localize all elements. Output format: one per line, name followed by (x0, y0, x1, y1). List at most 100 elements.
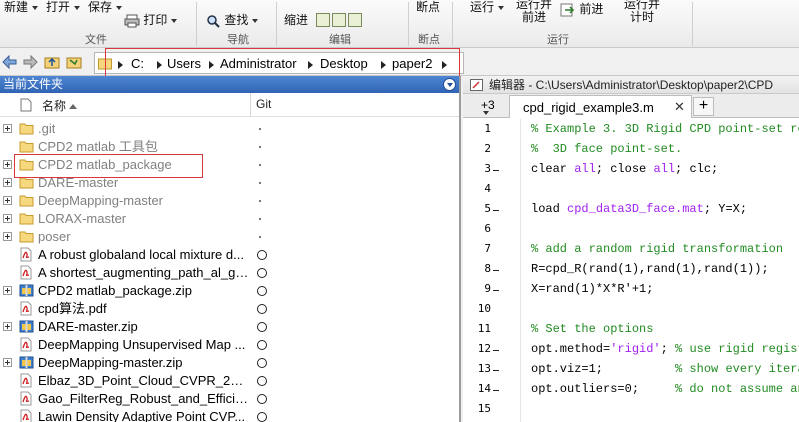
expand-icon[interactable] (3, 322, 12, 331)
new-button[interactable]: 新建 (4, 0, 39, 30)
expand-icon[interactable] (3, 214, 12, 223)
open-button[interactable]: 打开 (46, 0, 81, 30)
forward-icon[interactable] (22, 54, 38, 70)
tab-cpd-rigid-example3[interactable]: cpd_rigid_example3.m ✕ (509, 95, 692, 118)
code-line[interactable]: clear all; close all; clc; (531, 162, 718, 176)
file-row[interactable]: Lawin Density Adaptive Point CVP... (0, 408, 459, 422)
code-line[interactable]: X=rand(1)*X*R'+1; (531, 282, 653, 296)
file-row[interactable]: DeepMapping-master.zip (0, 354, 459, 372)
up-folder-icon[interactable] (44, 54, 60, 70)
file-name: CPD2 matlab_package.zip (38, 283, 192, 298)
save-button[interactable]: 保存 (88, 0, 123, 30)
code-text: R=cpd_R(rand(1),rand(1),rand(1)); (531, 262, 769, 276)
expand-icon[interactable] (3, 358, 12, 367)
crumb-desktop[interactable]: Desktop (320, 56, 368, 71)
column-git-header[interactable]: Git (256, 97, 271, 111)
executable-line-marker[interactable] (493, 210, 499, 211)
code-line[interactable]: % Set the options (531, 322, 653, 336)
file-row[interactable]: A shortest_augmenting_path_al_go... (0, 264, 459, 282)
code-comment: % 3D face point-set. (531, 142, 683, 156)
code-line[interactable]: load cpd_data3D_face.mat; Y=X; (531, 202, 747, 216)
code-area[interactable]: 1 2 3 4 5 6 7 8 9 10 11 12 13 14 15 % Example 3. 3D Ri… (463, 119, 799, 422)
file-name: .git (38, 121, 56, 136)
indent-button[interactable]: 缩进 (284, 13, 308, 43)
print-button[interactable]: 打印 (124, 13, 178, 43)
executable-line-marker[interactable] (493, 270, 499, 271)
file-row[interactable]: A robust globaland local mixture d... (0, 246, 459, 264)
git-status-dot-icon (259, 182, 261, 184)
run-button[interactable]: 运行 (470, 0, 505, 30)
code-comment: % Example 3. 3D Rigid CPD point-set reg (531, 122, 799, 136)
line-number: 1 (484, 122, 491, 135)
run-advance-button[interactable]: 运行并 前进 (516, 0, 552, 28)
code-line[interactable]: R=cpd_R(rand(1),rand(1),rand(1)); (531, 262, 769, 276)
file-row[interactable]: DeepMapping-master (0, 192, 459, 210)
expand-icon[interactable] (3, 124, 12, 133)
line-number: 14 (477, 382, 491, 395)
file-row[interactable]: LORAX-master (0, 210, 459, 228)
crumb-users[interactable]: Users (167, 56, 201, 71)
git-status-circle-icon (257, 394, 267, 404)
crumb-separator-icon (118, 61, 123, 69)
file-row[interactable]: .git (0, 120, 459, 138)
code-line[interactable]: opt.outliers=0; % do not assume any (531, 382, 799, 396)
executable-line-marker[interactable] (493, 170, 499, 171)
path-field[interactable]: C: Users Administrator Desktop paper2 (94, 52, 464, 74)
expand-icon[interactable] (3, 232, 12, 241)
file-row[interactable]: cpd算法.pdf (0, 300, 459, 318)
printer-icon (124, 14, 140, 28)
pdf-file-icon (19, 337, 34, 352)
executable-line-marker[interactable] (493, 370, 499, 371)
executable-line-marker[interactable] (493, 350, 499, 351)
crumb-drive[interactable]: C: (131, 56, 144, 71)
file-row[interactable]: CPD2 matlab 工具包 (0, 138, 459, 156)
address-bar: C: Users Administrator Desktop paper2 (0, 49, 799, 76)
file-row[interactable]: DARE-master (0, 174, 459, 192)
expand-icon[interactable] (3, 286, 12, 295)
tab-label: cpd_rigid_example3.m (523, 100, 654, 115)
advance-button[interactable]: 前进 (560, 2, 603, 32)
expand-icon[interactable] (3, 178, 12, 187)
editor-title-label: 编辑器 - C:\Users\Administrator\Desktop\pap… (489, 78, 774, 92)
folder-icon (19, 193, 34, 208)
crumb-separator-icon[interactable] (442, 61, 447, 69)
code-line[interactable]: % add a random rigid transformation (531, 242, 783, 256)
run-time-button[interactable]: 运行并 计时 (624, 0, 660, 28)
code-line[interactable]: opt.viz=1; % show every itera (531, 362, 799, 376)
folder-icon (19, 211, 34, 226)
file-row[interactable]: CPD2 matlab_package (0, 156, 459, 174)
executable-line-marker[interactable] (493, 390, 499, 391)
panel-menu-icon[interactable] (443, 78, 456, 91)
file-row[interactable]: DARE-master.zip (0, 318, 459, 336)
git-status-dot-icon (259, 146, 261, 148)
folder-icon (19, 229, 34, 244)
file-row[interactable]: CPD2 matlab_package.zip (0, 282, 459, 300)
expand-icon[interactable] (3, 196, 12, 205)
crumb-paper2[interactable]: paper2 (392, 56, 432, 71)
browse-folder-icon[interactable] (66, 54, 82, 70)
file-row[interactable]: poser (0, 228, 459, 246)
advance-label: 前进 (579, 2, 604, 16)
code-line[interactable]: % 3D face point-set. (531, 142, 682, 156)
code-string: 'rigid' (610, 342, 661, 356)
code-line[interactable]: % Example 3. 3D Rigid CPD point-set reg (531, 122, 799, 136)
tab-close-icon[interactable]: ✕ (674, 99, 685, 115)
column-name-header[interactable]: 名称 (42, 97, 78, 114)
more-tabs-button[interactable]: +3 (481, 98, 495, 112)
pdf-file-icon (19, 391, 34, 406)
breakpoints-button[interactable]: 断点 (416, 0, 440, 30)
pdf-file-icon (19, 247, 34, 262)
crumb-administrator[interactable]: Administrator (220, 56, 297, 71)
file-row[interactable]: Elbaz_3D_Point_Cloud_CVPR_2017_... (0, 372, 459, 390)
column-divider[interactable] (250, 93, 251, 117)
executable-line-marker[interactable] (493, 290, 499, 291)
file-name: Gao_FilterReg_Robust_and_Efficient... (38, 391, 250, 406)
back-icon[interactable] (2, 54, 18, 70)
file-row[interactable]: Gao_FilterReg_Robust_and_Efficient... (0, 390, 459, 408)
crumb-separator-icon (308, 61, 313, 69)
file-row[interactable]: DeepMapping Unsupervised Map ... (0, 336, 459, 354)
code-line[interactable]: opt.method='rigid'; % use rigid registr (531, 342, 799, 356)
expand-icon[interactable] (3, 160, 12, 169)
git-status-circle-icon (257, 340, 267, 350)
add-tab-button[interactable]: + (693, 97, 714, 116)
